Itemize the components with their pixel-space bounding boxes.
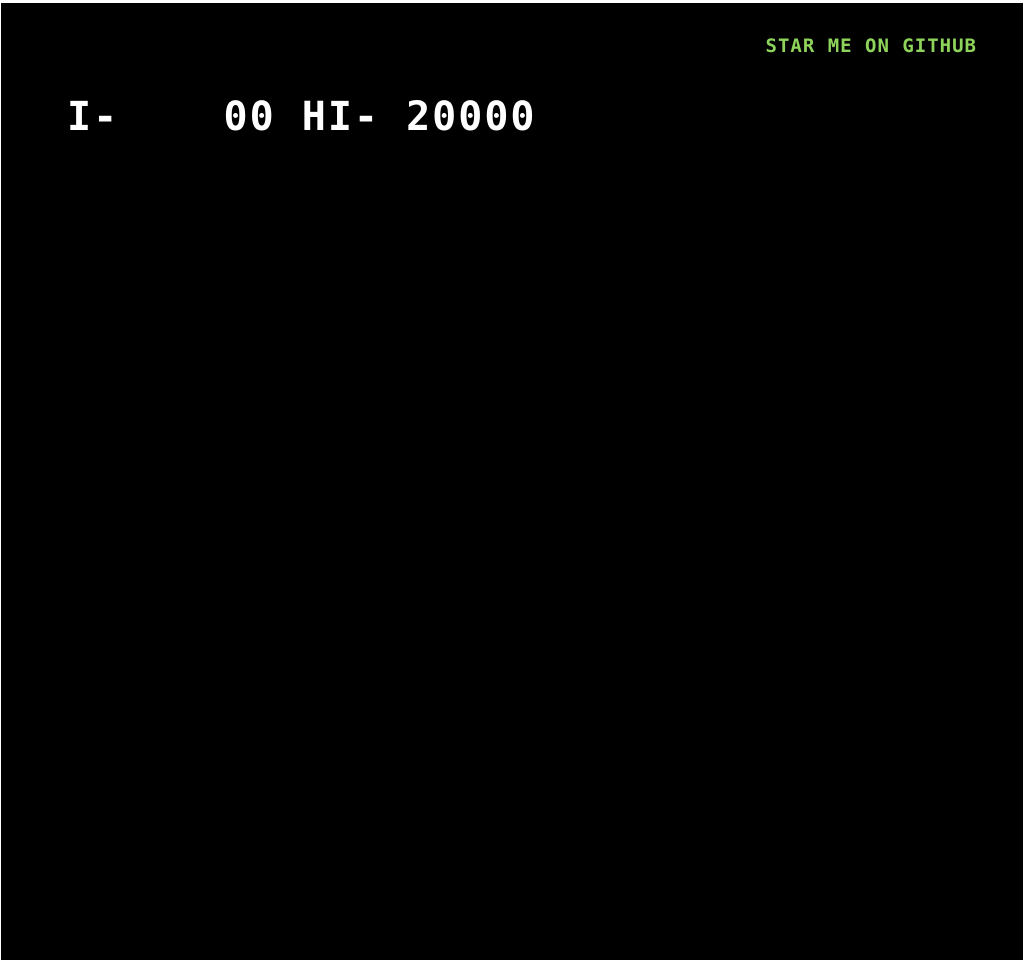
player-one-score: 00 — [119, 94, 276, 140]
player-one-label: I- — [67, 94, 120, 140]
game-screen[interactable]: STAR ME ON GITHUB I- 00 HI- 20000 — [1, 3, 1023, 960]
score-bar: I- 00 HI- 20000 — [67, 95, 537, 139]
star-on-github-link[interactable]: STAR ME ON GITHUB — [766, 34, 977, 58]
high-score-value: 20000 — [380, 94, 537, 140]
high-score-label: HI- — [275, 94, 380, 140]
